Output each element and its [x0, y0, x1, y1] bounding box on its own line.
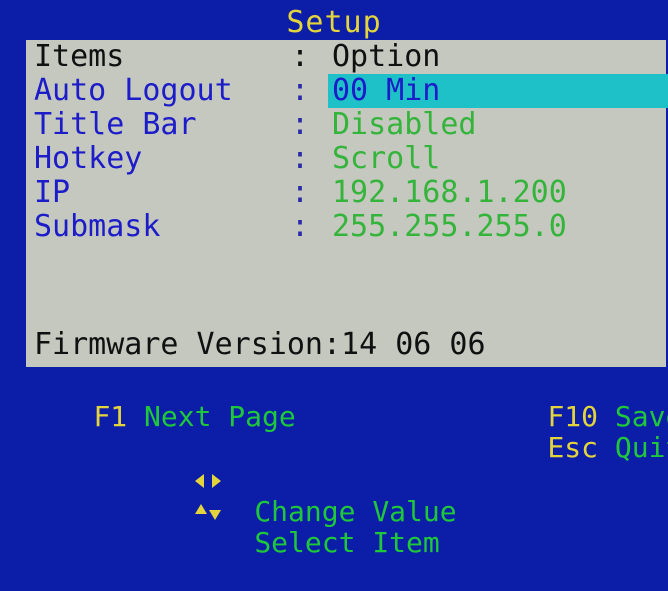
setting-row-submask[interactable]: Submask : 255.255.255.0 — [34, 210, 567, 244]
setting-value[interactable]: 255.255.255.0 — [328, 210, 567, 244]
setting-value[interactable]: 192.168.1.200 — [328, 176, 567, 210]
header-items-label: Items — [34, 39, 125, 74]
setting-separator: : — [291, 209, 310, 244]
page-title: Setup — [286, 5, 382, 40]
header-row: Items : Option — [34, 39, 440, 74]
esc-desc: Quit — [614, 431, 668, 464]
esc-key: Esc — [547, 431, 599, 464]
setting-value[interactable]: Scroll — [328, 142, 440, 176]
setting-label: IP — [34, 175, 71, 210]
select-item-desc: Select Item — [254, 526, 440, 559]
header-separator: : — [291, 39, 310, 74]
setting-value[interactable]: 00 Min — [328, 74, 440, 108]
help-esc[interactable]: Esc Quit — [480, 400, 668, 496]
setting-row-auto-logout[interactable]: Auto Logout : 00 Min — [34, 74, 668, 108]
setting-row-ip[interactable]: IP : 192.168.1.200 — [34, 175, 567, 210]
setting-separator: : — [291, 107, 310, 142]
setting-label: Hotkey — [34, 141, 143, 176]
header-option-label: Option — [332, 39, 441, 74]
setting-label: Submask — [34, 209, 161, 244]
help-select-item[interactable]: Select Item — [26, 431, 440, 591]
setting-label: Title Bar — [34, 107, 197, 142]
setting-separator: : — [291, 141, 310, 176]
setting-row-hotkey[interactable]: Hotkey : Scroll — [34, 141, 440, 176]
settings-panel: Items : Option Auto Logout : 00 Min Titl… — [26, 39, 668, 367]
setting-row-title-bar[interactable]: Title Bar : Disabled — [34, 108, 477, 142]
firmware-version: Firmware Version:14 06 06 — [34, 327, 486, 362]
setting-value[interactable]: Disabled — [328, 108, 477, 142]
up-down-arrows-icon — [93, 463, 221, 559]
osd-setup-screen: Setup Items : Option Auto Logout : 00 Mi… — [0, 0, 668, 559]
setting-label: Auto Logout — [34, 73, 233, 108]
setting-separator: : — [291, 175, 310, 210]
setting-separator: : — [291, 73, 310, 108]
